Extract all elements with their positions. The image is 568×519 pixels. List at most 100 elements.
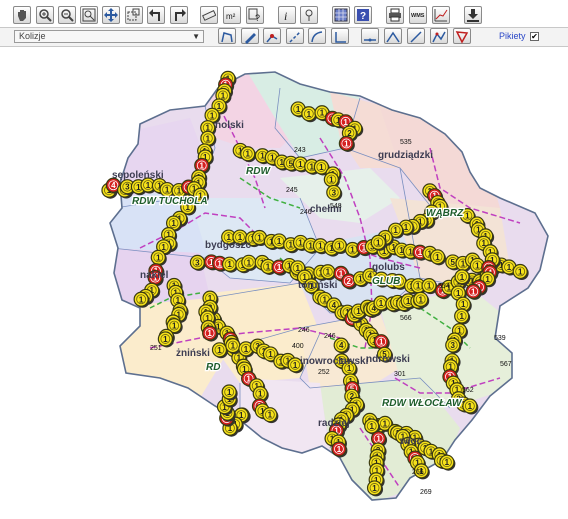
- svg-text:3: 3: [125, 183, 130, 192]
- road-number-label: 266: [412, 469, 424, 476]
- svg-text:1: 1: [156, 253, 161, 262]
- svg-text:1: 1: [244, 345, 249, 354]
- road-number-label: 554: [438, 283, 450, 290]
- svg-text:1: 1: [200, 161, 205, 170]
- svg-text:1: 1: [217, 102, 222, 111]
- move-arrows-icon[interactable]: [102, 6, 120, 24]
- region-label-aleksandrowski: ndrowski: [366, 354, 410, 365]
- svg-text:1: 1: [231, 342, 236, 351]
- svg-text:1: 1: [460, 273, 465, 282]
- query-feature-icon[interactable]: ?: [246, 6, 264, 24]
- svg-text:1: 1: [435, 253, 440, 262]
- svg-text:1: 1: [350, 246, 355, 255]
- svg-text:1: 1: [418, 248, 423, 257]
- svg-text:1: 1: [268, 350, 273, 359]
- svg-text:1: 1: [383, 419, 388, 428]
- road-number-label: 567: [500, 361, 512, 368]
- help-icon[interactable]: ?: [354, 6, 372, 24]
- road-number-label: 562: [462, 387, 474, 394]
- svg-text:1: 1: [298, 238, 303, 247]
- svg-text:4: 4: [339, 341, 344, 350]
- rdw-label-rdw-wabrzezno: WĄBRZ: [426, 208, 464, 219]
- svg-text:1: 1: [379, 299, 384, 308]
- region-label-inowroclawski: inowrocławski: [300, 356, 369, 367]
- svg-text:1: 1: [465, 212, 470, 221]
- svg-text:1: 1: [485, 275, 490, 284]
- polygon-icon[interactable]: [453, 28, 471, 44]
- svg-text:1: 1: [288, 241, 293, 250]
- measure-area-icon[interactable]: m²: [223, 6, 241, 24]
- svg-text:1: 1: [471, 287, 476, 296]
- layer-select[interactable]: Kolizje ▼: [14, 30, 204, 43]
- svg-text:1: 1: [445, 458, 450, 467]
- print-icon[interactable]: [386, 6, 404, 24]
- pan-hand-icon[interactable]: [13, 6, 31, 24]
- edit-vertices-icon[interactable]: [263, 28, 281, 44]
- svg-text:1: 1: [308, 241, 313, 250]
- svg-text:1: 1: [210, 111, 215, 120]
- svg-text:1: 1: [245, 150, 250, 159]
- pikiety-checkbox[interactable]: ✔: [530, 32, 539, 41]
- svg-text:1: 1: [163, 335, 168, 344]
- svg-text:1: 1: [337, 445, 342, 454]
- layers-grid-icon[interactable]: [332, 6, 350, 24]
- zoom-window-icon[interactable]: [125, 6, 143, 24]
- svg-text:1: 1: [146, 181, 151, 190]
- region-label-sepolenski: sępoleński: [112, 170, 164, 181]
- draw-curve-icon[interactable]: [308, 28, 326, 44]
- svg-text:WMS: WMS: [411, 13, 425, 19]
- layer-select-value: Kolizje: [19, 31, 46, 41]
- svg-text:?: ?: [360, 11, 366, 22]
- svg-text:1: 1: [406, 297, 411, 306]
- chevron-down-icon[interactable]: ▼: [192, 31, 200, 42]
- profile-chart-icon[interactable]: [432, 6, 450, 24]
- rdw-label-rdw-golub: GLUB: [372, 276, 400, 287]
- zoom-out-icon[interactable]: [58, 6, 76, 24]
- pikiety-label: Pikiety: [499, 31, 526, 41]
- horizontal-line-icon[interactable]: [361, 28, 379, 44]
- info-icon[interactable]: i: [278, 6, 296, 24]
- svg-text:1: 1: [258, 390, 263, 399]
- svg-text:1: 1: [419, 295, 424, 304]
- wms-icon[interactable]: WMS: [409, 6, 427, 24]
- map-canvas[interactable]: 1111111111111111111111111111413111111111…: [0, 48, 568, 519]
- svg-text:1: 1: [217, 259, 222, 268]
- download-icon[interactable]: [464, 6, 482, 24]
- svg-text:1: 1: [227, 388, 232, 397]
- measure-ruler-icon[interactable]: [200, 6, 218, 24]
- svg-text:5: 5: [451, 258, 456, 267]
- split-line-icon[interactable]: [286, 28, 304, 44]
- svg-text:1: 1: [217, 346, 222, 355]
- identify-pin-icon[interactable]: [300, 6, 318, 24]
- svg-text:1: 1: [329, 176, 334, 185]
- draw-polyline-icon[interactable]: [218, 28, 236, 44]
- road-number-label: 400: [292, 343, 304, 350]
- road-number-label: 301: [394, 371, 406, 378]
- region-label-wloclawski: włoc: [399, 436, 423, 447]
- svg-text:1: 1: [227, 260, 232, 269]
- svg-text:1: 1: [416, 282, 421, 291]
- region-label-grudziadzki: grudziądzki: [378, 150, 433, 161]
- right-angle-icon[interactable]: [331, 28, 349, 44]
- svg-text:1: 1: [257, 234, 262, 243]
- road-number-label: 535: [400, 139, 412, 146]
- zigzag-line-icon[interactable]: [430, 28, 448, 44]
- svg-text:1: 1: [171, 219, 176, 228]
- zoom-in-icon[interactable]: [36, 6, 54, 24]
- svg-text:1: 1: [136, 183, 141, 192]
- peak-line-icon[interactable]: [384, 28, 402, 44]
- road-number-label: 548: [330, 203, 342, 210]
- road-number-label: 539: [494, 335, 506, 342]
- redo-arrow-icon[interactable]: [170, 6, 188, 24]
- svg-text:1: 1: [296, 105, 301, 114]
- region-label-nakielski: nakiel: [140, 270, 169, 281]
- zoom-extent-icon[interactable]: [80, 6, 98, 24]
- diagonal-line-icon[interactable]: [407, 28, 425, 44]
- pencil-icon[interactable]: [241, 28, 259, 44]
- svg-text:1: 1: [309, 162, 314, 171]
- svg-text:1: 1: [376, 238, 381, 247]
- svg-text:1: 1: [507, 263, 512, 272]
- svg-text:1: 1: [293, 361, 298, 370]
- road-number-label: 252: [318, 369, 330, 376]
- undo-arrow-icon[interactable]: [147, 6, 165, 24]
